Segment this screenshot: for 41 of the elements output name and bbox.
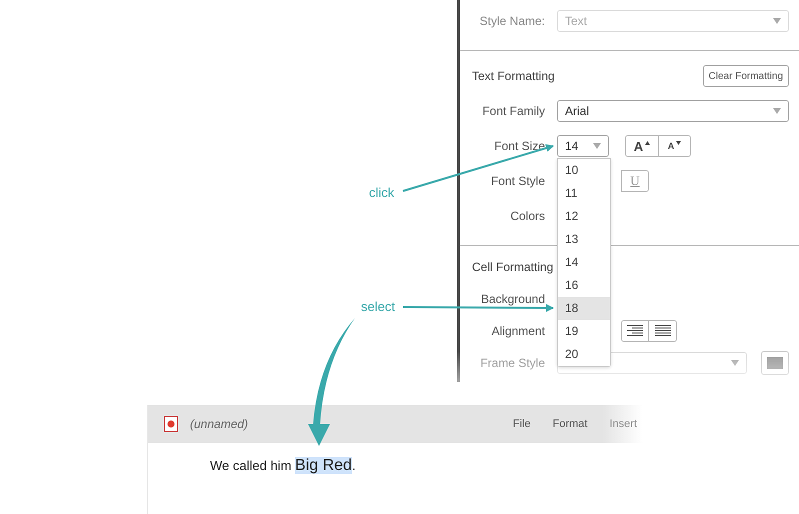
field-label: Font Family (481, 104, 545, 118)
annotation-label: select (361, 299, 395, 314)
document-text: We called him Big Red. (210, 457, 356, 475)
color-swatch[interactable] (761, 351, 789, 375)
field-label: Background (480, 292, 545, 306)
field-label: Alignment (490, 324, 545, 338)
dropdown-option[interactable]: 14 (558, 251, 610, 274)
clear-formatting-button[interactable]: Clear Formatting (702, 65, 789, 87)
dropdown-option[interactable]: 10 (558, 159, 610, 182)
down-triangle-icon (676, 141, 682, 145)
caret-icon (593, 143, 601, 149)
field-label: Colors (509, 209, 545, 223)
caret-icon (773, 18, 781, 24)
dropdown-option[interactable]: 16 (558, 274, 610, 297)
field-label: Font Style (490, 174, 545, 188)
dropdown-option[interactable]: 11 (558, 182, 610, 205)
caret-icon (773, 108, 781, 114)
font-family-select[interactable]: Arial (557, 100, 789, 122)
document-title: (unnamed) (190, 417, 250, 431)
dropdown-option[interactable]: 13 (558, 228, 610, 251)
caret-icon (731, 360, 739, 366)
up-triangle-icon (645, 141, 650, 145)
field-label: Style Name: (478, 14, 545, 28)
increase-size-button[interactable]: A (625, 135, 659, 157)
decrease-size-button[interactable]: A (659, 135, 691, 157)
dropdown-option[interactable]: 18 (558, 297, 610, 320)
align-right-button[interactable] (621, 320, 649, 342)
section-title: Text Formatting (472, 69, 555, 83)
justify-icon (654, 325, 670, 337)
justify-button[interactable] (649, 320, 677, 342)
dropdown-option[interactable]: 19 (558, 320, 610, 343)
dropdown-option[interactable]: 12 (558, 205, 610, 228)
document-icon (164, 416, 178, 432)
dropdown-option[interactable]: 20 (558, 343, 610, 366)
menu-item[interactable]: Format (552, 418, 588, 430)
menu-item[interactable]: File (512, 418, 531, 430)
annotation-label: click (369, 185, 394, 200)
align-right-icon (627, 325, 643, 337)
font-size-select[interactable]: 14 (557, 135, 609, 157)
field-label: Frame Style (479, 356, 545, 370)
section-title: Cell Formatting (472, 260, 554, 274)
